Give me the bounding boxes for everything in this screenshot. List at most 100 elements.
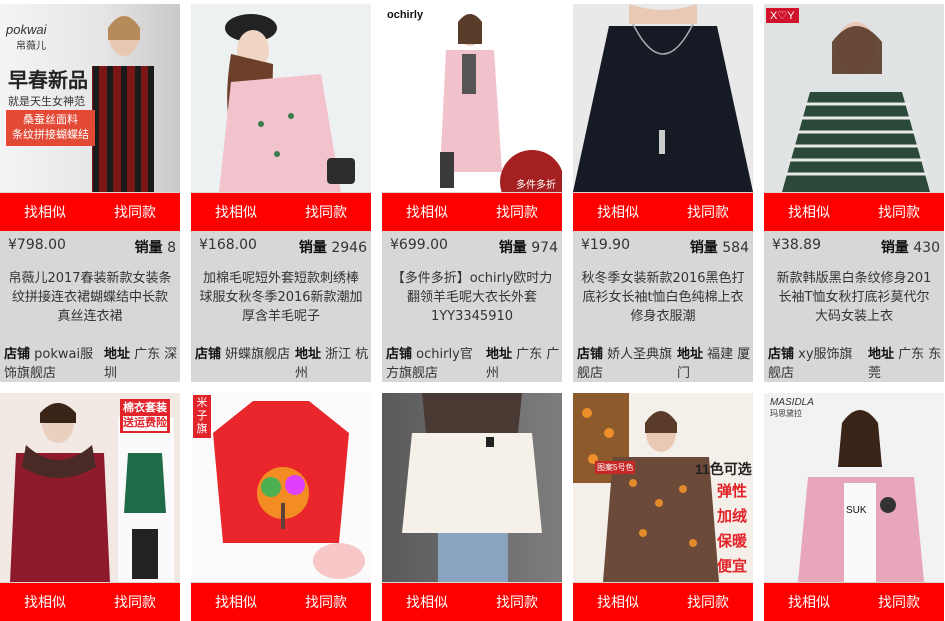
brand-logo: pokwai: [6, 22, 47, 37]
find-same-button[interactable]: 找同款: [281, 583, 371, 621]
model-illustration: [782, 22, 930, 192]
product-card[interactable]: 米子旗 找相似 找同款: [191, 393, 371, 621]
swatch-label: 图案5号色: [595, 461, 636, 474]
product-info: ¥19.90 销量 584 秋冬季女装新款2016黑色打 底衫女长袖t恤白色纯棉…: [573, 231, 753, 382]
sweater-illustration: [213, 401, 365, 579]
find-similar-button[interactable]: 找相似: [573, 193, 663, 231]
find-same-button[interactable]: 找同款: [663, 583, 753, 621]
price: ¥38.89: [772, 237, 821, 253]
product-image[interactable]: ochirly 多件多折: [382, 4, 562, 192]
product-card[interactable]: pokwai 帛薇儿 早春新品 就是天生女神范 桑蚕丝面料 条纹拼接蝴蝶结 找相…: [0, 4, 180, 382]
model-illustration: [440, 14, 562, 192]
ad-banner-2: 送运费险: [123, 416, 167, 431]
sales: 销量 2946: [298, 240, 367, 256]
find-similar-button[interactable]: 找相似: [764, 583, 854, 621]
product-image[interactable]: 棉衣套装 送运费险: [0, 393, 180, 582]
product-title[interactable]: 帛薇儿2017春装新款女装条 纹拼接连衣裙蝴蝶结中长款 真丝连衣裙: [0, 269, 180, 329]
product-image[interactable]: MASIDLA 玛思黛拉 SUK: [764, 393, 944, 582]
promo-badge: 多件多折: [516, 180, 556, 191]
location-info: 地址 广东 广州: [486, 347, 560, 381]
action-bar: 找相似 找同款: [191, 583, 371, 621]
action-bar: 找相似 找同款: [382, 583, 562, 621]
find-same-button[interactable]: 找同款: [90, 583, 180, 621]
sales: 销量 430: [880, 240, 940, 256]
shop-info: 店铺 pokwai服饰旗舰店: [4, 347, 94, 381]
product-image[interactable]: pokwai 帛薇儿 早春新品 就是天生女神范 桑蚕丝面料 条纹拼接蝴蝶结: [0, 4, 180, 192]
find-same-button[interactable]: 找同款: [854, 583, 944, 621]
find-same-button[interactable]: 找同款: [90, 193, 180, 231]
product-info: ¥38.89 销量 430 新款韩版黑白条纹修身201 长袖T恤女秋打底衫莫代尔…: [764, 231, 944, 382]
price: ¥19.90: [581, 237, 630, 253]
product-card[interactable]: 棉衣套装 送运费险 找相似 找同款: [0, 393, 180, 621]
find-similar-button[interactable]: 找相似: [0, 193, 90, 231]
location-info: 地址 广东 深圳: [104, 347, 178, 381]
action-bar: 找相似 找同款: [573, 583, 753, 621]
shop-name[interactable]: 妍蝶旗舰店: [225, 347, 290, 362]
action-bar: 找相似 找同款: [573, 193, 753, 231]
color-count: 11色可选: [695, 461, 752, 477]
ad-tag-2: 条纹拼接蝴蝶结: [12, 129, 89, 141]
shop-info: 店铺 ochirly官方旗舰店: [386, 347, 473, 381]
product-image[interactable]: [382, 393, 562, 582]
find-same-button[interactable]: 找同款: [281, 193, 371, 231]
product-card[interactable]: 找相似 找同款 ¥168.00 销量 2946 加棉毛呢短外套短款刺绣棒 球服女…: [191, 4, 371, 382]
product-image[interactable]: [573, 4, 753, 192]
product-card[interactable]: ochirly 多件多折 找相似 找同款 ¥699.00 销量 974 【多件多…: [382, 4, 562, 382]
product-card[interactable]: MASIDLA 玛思黛拉 SUK 找相似 找同款: [764, 393, 944, 621]
ad-sub: 就是天生女神范: [8, 96, 85, 108]
price: ¥798.00: [8, 237, 66, 253]
action-bar: 找相似 找同款: [764, 583, 944, 621]
action-bar: 找相似 找同款: [191, 193, 371, 231]
action-bar: 找相似 找同款: [764, 193, 944, 231]
find-same-button[interactable]: 找同款: [472, 193, 562, 231]
model-illustration: [798, 410, 924, 582]
product-info: ¥699.00 销量 974 【多件多折】ochirly欧时力 翻领羊毛呢大衣长…: [382, 231, 562, 382]
find-similar-button[interactable]: 找相似: [382, 583, 472, 621]
find-same-button[interactable]: 找同款: [472, 583, 562, 621]
location-info: 地址 广东 东莞: [868, 347, 942, 381]
feature-list: 弹性 加绒 保暖 便宜: [717, 483, 748, 575]
shop-info: 店铺 妍蝶旗舰店: [195, 347, 291, 362]
find-same-button[interactable]: 找同款: [854, 193, 944, 231]
model-illustration: [219, 14, 355, 192]
find-similar-button[interactable]: 找相似: [0, 583, 90, 621]
product-image[interactable]: 米子旗: [191, 393, 371, 582]
price: ¥168.00: [199, 237, 257, 253]
product-card[interactable]: 找相似 找同款: [382, 393, 562, 621]
product-card[interactable]: 找相似 找同款 ¥19.90 销量 584 秋冬季女装新款2016黑色打 底衫女…: [573, 4, 753, 382]
action-bar: 找相似 找同款: [0, 193, 180, 231]
find-similar-button[interactable]: 找相似: [382, 193, 472, 231]
find-same-button[interactable]: 找同款: [663, 193, 753, 231]
product-title[interactable]: 加棉毛呢短外套短款刺绣棒 球服女秋冬季2016新款潮加 厚含羊毛呢子: [191, 269, 371, 329]
brand-logo: ochirly: [387, 9, 424, 21]
brand-logo: X♡Y: [766, 8, 799, 23]
product-image[interactable]: 11色可选 弹性 加绒 保暖 便宜 图案5号色: [573, 393, 753, 582]
model-illustration: [573, 4, 753, 192]
brand-tag: 米子旗: [193, 395, 211, 438]
product-title[interactable]: 【多件多折】ochirly欧时力 翻领羊毛呢大衣长外套 1YY3345910: [382, 269, 562, 329]
product-image[interactable]: [191, 4, 371, 192]
action-bar: 找相似 找同款: [0, 583, 180, 621]
product-image[interactable]: X♡Y: [764, 4, 944, 192]
shop-info: 店铺 娇人圣典旗舰店: [577, 347, 673, 381]
product-info: ¥168.00 销量 2946 加棉毛呢短外套短款刺绣棒 球服女秋冬季2016新…: [191, 231, 371, 382]
shop-info: 店铺 xy服饰旗舰店: [768, 347, 853, 381]
ad-headline: 早春新品: [8, 70, 88, 92]
product-title[interactable]: 新款韩版黑白条纹修身201 长袖T恤女秋打底衫莫代尔 大码女装上衣: [764, 269, 944, 329]
ad-tag-1: 桑蚕丝面料: [23, 114, 78, 126]
find-similar-button[interactable]: 找相似: [573, 583, 663, 621]
model-illustration: [402, 393, 542, 582]
price: ¥699.00: [390, 237, 448, 253]
location-info: 地址 浙江 杭州: [295, 347, 369, 381]
ad-banner-1: 棉衣套装: [123, 402, 167, 414]
find-similar-button[interactable]: 找相似: [191, 193, 281, 231]
shirt-print: SUK: [846, 505, 867, 516]
product-title[interactable]: 秋冬季女装新款2016黑色打 底衫女长袖t恤白色纯棉上衣 修身衣服潮: [573, 269, 753, 329]
location-info: 地址 福建 厦门: [677, 347, 751, 381]
product-grid: pokwai 帛薇儿 早春新品 就是天生女神范 桑蚕丝面料 条纹拼接蝴蝶结 找相…: [0, 0, 945, 621]
product-card[interactable]: X♡Y 找相似 找同款 ¥38.89 销量 430 新款韩版黑白条纹修身201 …: [764, 4, 944, 382]
find-similar-button[interactable]: 找相似: [764, 193, 854, 231]
brand-sub: 玛思黛拉: [770, 409, 802, 418]
product-card[interactable]: 11色可选 弹性 加绒 保暖 便宜 图案5号色 找相似 找同款: [573, 393, 753, 621]
find-similar-button[interactable]: 找相似: [191, 583, 281, 621]
